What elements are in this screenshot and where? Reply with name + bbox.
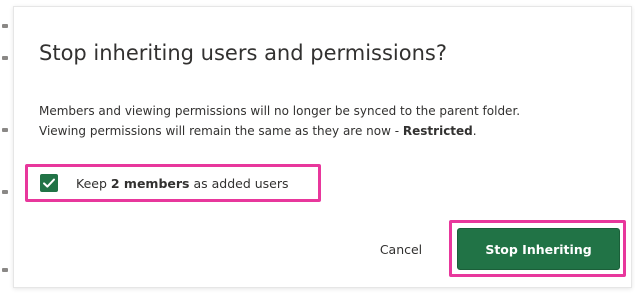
dialog-title: Stop inheriting users and permissions? xyxy=(39,41,448,65)
body-line-2-suffix: . xyxy=(472,124,477,138)
stop-inheriting-button[interactable]: Stop Inheriting xyxy=(457,228,620,270)
restricted-label: Restricted xyxy=(402,124,473,138)
keep-members-checkbox[interactable]: Keep 2 members as added users xyxy=(40,173,289,193)
background-page xyxy=(0,0,14,293)
background-mark xyxy=(2,24,8,28)
background-mark xyxy=(2,128,8,132)
checkbox-label: Keep 2 members as added users xyxy=(76,176,289,191)
body-line-1: Members and viewing permissions will no … xyxy=(39,104,521,118)
background-mark xyxy=(2,56,8,60)
cancel-button[interactable]: Cancel xyxy=(361,231,441,267)
dialog-body: Members and viewing permissions will no … xyxy=(39,101,624,141)
body-line-2-prefix: Viewing permissions will remain the same… xyxy=(39,124,403,138)
checkbox-label-suffix: as added users xyxy=(189,175,289,191)
members-count: 2 members xyxy=(110,175,190,191)
stop-inheriting-dialog: Stop inheriting users and permissions? M… xyxy=(13,6,632,288)
background-mark xyxy=(2,190,8,194)
background-mark xyxy=(2,268,8,272)
body-line-2: Viewing permissions will remain the same… xyxy=(39,121,624,141)
checkbox-box[interactable] xyxy=(40,174,58,192)
checkmark-icon xyxy=(43,178,55,188)
checkbox-label-prefix: Keep xyxy=(76,175,111,191)
